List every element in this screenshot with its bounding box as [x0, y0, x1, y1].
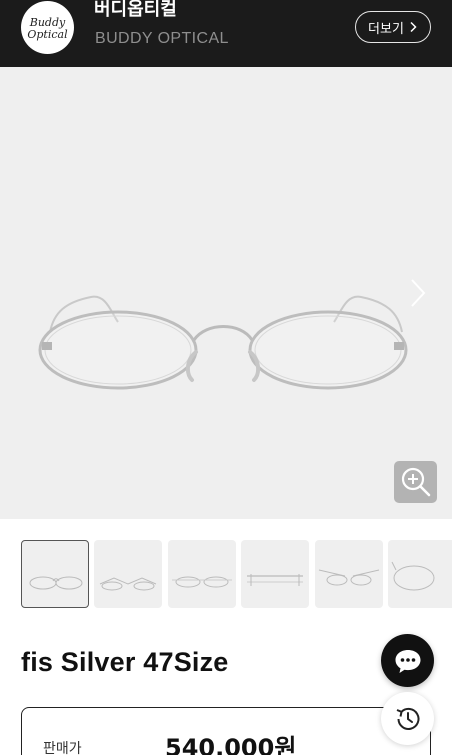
shop-header: Buddy Optical 버디옵티컬 BUDDY OPTICAL 더보기 [0, 0, 452, 67]
thumbnail-image [318, 569, 380, 586]
thumbnail-image [247, 574, 303, 586]
thumbnail-image [29, 576, 83, 590]
thumbnail-image [99, 577, 157, 591]
recently-viewed-button[interactable] [381, 692, 434, 745]
thumbnail-strip [21, 540, 452, 608]
brand-logo[interactable]: Buddy Optical [21, 1, 74, 54]
price-label: 판매가 [43, 741, 82, 755]
price-value: 540,000원 [165, 734, 297, 755]
next-image-icon[interactable] [405, 278, 431, 308]
more-button[interactable]: 더보기 [355, 11, 431, 43]
thumbnail[interactable] [315, 540, 383, 608]
thumbnail-image [391, 561, 435, 591]
chat-bubble-icon [395, 649, 420, 673]
history-icon [396, 707, 419, 730]
thumbnail[interactable] [241, 540, 309, 608]
chevron-right-icon [410, 21, 417, 33]
brand-name[interactable]: 버디옵티컬 [94, 0, 177, 20]
product-title: fis Silver 47Size [21, 647, 229, 677]
thumbnail[interactable] [94, 540, 162, 608]
brand-logo-mark: Buddy Optical [27, 16, 68, 41]
brand-subtitle: BUDDY OPTICAL [95, 30, 229, 47]
zoom-button[interactable] [394, 461, 437, 503]
svg-text:Optical: Optical [27, 28, 68, 41]
chat-button[interactable] [381, 634, 434, 687]
thumbnail[interactable] [388, 540, 452, 608]
thumbnail-image [172, 576, 232, 588]
thumbnail[interactable] [168, 540, 236, 608]
more-button-label: 더보기 [368, 21, 404, 37]
price-box: 판매가 540,000원 [21, 707, 431, 755]
eyeglasses-image [38, 295, 408, 390]
zoom-in-icon [401, 467, 430, 497]
product-main-image[interactable] [0, 67, 452, 519]
thumbnail[interactable] [21, 540, 89, 608]
